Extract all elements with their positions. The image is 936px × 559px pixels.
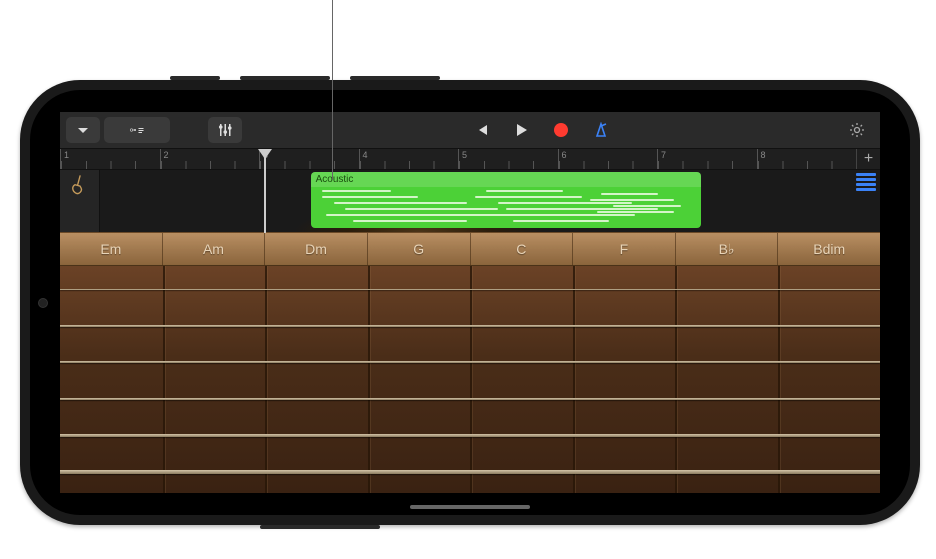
guitar-string-5[interactable] [60,434,880,437]
region-waveform [315,188,697,224]
guitar-string-6[interactable] [60,470,880,474]
home-indicator[interactable] [410,505,530,509]
control-bar [60,112,880,148]
chord-button[interactable]: Dm [265,233,368,265]
chord-strip-toggle[interactable] [856,172,876,192]
sliders-icon [217,122,233,138]
guitar-string-3[interactable] [60,361,880,363]
chord-button[interactable]: F [573,233,676,265]
metronome-button[interactable] [584,117,618,143]
fretboard[interactable] [60,266,880,493]
chevron-down-icon [75,122,91,138]
tracks-area: Acoustic [60,170,880,232]
ruler-bar: 5 [458,149,558,169]
timeline-ruler[interactable]: 1 2 3 4 5 6 7 8 + [60,148,880,170]
chord-button[interactable]: G [368,233,471,265]
track-header[interactable] [60,170,100,232]
play-icon [513,122,529,138]
playhead[interactable] [265,149,266,169]
chord-strip: Em Am Dm G C F B♭ Bdim [60,232,880,266]
gear-icon [849,122,865,138]
ruler-bar: 4 [359,149,459,169]
chord-button[interactable]: Em [60,233,163,265]
chord-button[interactable]: Bdim [778,233,880,265]
chord-button[interactable]: Am [163,233,266,265]
ruler-bar: 7 [657,149,757,169]
app-screen: 1 2 3 4 5 6 7 8 + Acoustic [60,112,880,493]
rewind-icon [473,122,489,138]
chord-button[interactable]: C [471,233,574,265]
rewind-button[interactable] [464,117,498,143]
add-section-button[interactable]: + [856,149,880,169]
ruler-bar: 6 [558,149,658,169]
record-button[interactable] [544,117,578,143]
ruler-bar: 2 [160,149,260,169]
audio-region[interactable]: Acoustic [311,172,701,228]
device-notch [30,223,56,383]
settings-button[interactable] [840,117,874,143]
ruler-bar: 8 [757,149,857,169]
ruler-bar: 1 [60,149,160,169]
guitar-string-4[interactable] [60,398,880,401]
transport-controls [464,117,618,143]
track-lane[interactable]: Acoustic [100,170,880,232]
guitar-string-2[interactable] [60,325,880,327]
play-button[interactable] [504,117,538,143]
metronome-icon [593,122,609,138]
guitar-string-1[interactable] [60,289,880,290]
chord-button[interactable]: B♭ [676,233,779,265]
callout-line [332,0,333,180]
browser-button[interactable] [66,117,100,143]
record-icon [554,123,568,137]
track-controls-button[interactable] [208,117,242,143]
view-toggle-icon [129,122,145,138]
ruler-bar: 3 [259,149,359,169]
guitar-icon [62,170,95,205]
region-label: Acoustic [311,172,701,187]
view-toggle-button[interactable] [104,117,170,143]
phone-frame: 1 2 3 4 5 6 7 8 + Acoustic [20,80,920,525]
